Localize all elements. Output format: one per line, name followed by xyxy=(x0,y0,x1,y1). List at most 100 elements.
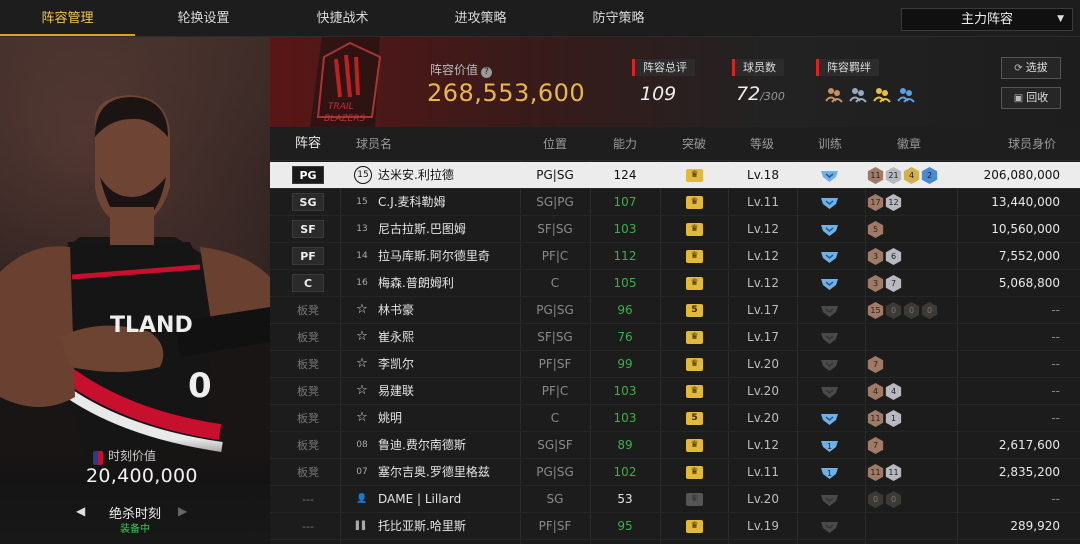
badge-icon[interactable]: 11 xyxy=(867,464,884,481)
breakthrough-icon[interactable]: ♛ xyxy=(686,493,703,506)
player-name[interactable]: 李凯尔 xyxy=(378,351,414,378)
badge-icon[interactable]: 21 xyxy=(885,167,902,184)
table-row[interactable]: 板凳 08 鲁迪.费尔南德斯 SG|SF 89 ♛ Lv.12 1 7 2,617,600 xyxy=(270,432,1080,459)
player-name[interactable]: 林书豪 xyxy=(378,297,414,324)
breakthrough-icon[interactable]: ♛ xyxy=(686,250,703,263)
badge-icon[interactable]: 7 xyxy=(867,356,884,373)
badge-icon[interactable]: 0 xyxy=(885,302,902,319)
col-player-value[interactable]: 球员身价 xyxy=(1000,127,1064,161)
tab-offense-strategy[interactable]: 进攻策略 xyxy=(413,0,548,36)
badge-icon[interactable]: 11 xyxy=(867,167,884,184)
badge-icon[interactable]: 7 xyxy=(867,437,884,454)
table-row[interactable]: 板凳 ☆ 林书豪 PG|SG 96 5 Lv.17 15 0 0 0 -- xyxy=(270,297,1080,324)
help-icon[interactable]: ? xyxy=(481,67,493,78)
player-name[interactable]: 托比亚斯.哈里斯 xyxy=(378,513,466,540)
table-row[interactable]: SG 15 C.J.麦科勒姆 SG|PG 107 ♛ Lv.11 17 12 13,440,000 xyxy=(270,189,1080,216)
bond-icon-blue[interactable] xyxy=(897,85,915,103)
breakthrough-icon[interactable]: ♛ xyxy=(686,196,703,209)
player-name[interactable]: 鲁迪.费尔南德斯 xyxy=(378,432,466,459)
recycle-button[interactable]: ▣ 回收 xyxy=(1001,87,1061,109)
badge-icon[interactable]: 0 xyxy=(885,491,902,508)
badge-icon[interactable]: 6 xyxy=(885,248,902,265)
breakthrough-icon[interactable]: 5 xyxy=(686,304,703,317)
player-name[interactable]: C.J.麦科勒姆 xyxy=(378,189,446,216)
bond-icon-bronze[interactable] xyxy=(825,85,843,103)
badge-icon[interactable]: 17 xyxy=(867,194,884,211)
training-shield-icon[interactable] xyxy=(820,250,839,264)
col-position[interactable]: 位置 xyxy=(530,127,580,161)
badge-icon[interactable]: 4 xyxy=(867,383,884,400)
col-slot[interactable]: 阵容 xyxy=(292,127,324,161)
table-row[interactable]: PF 14 拉马库斯.阿尔德里奇 PF|C 112 ♛ Lv.12 3 6 7,552,000 xyxy=(270,243,1080,270)
next-arrow-icon[interactable]: ▶ xyxy=(178,504,187,518)
training-shield-icon[interactable] xyxy=(820,493,839,507)
table-row[interactable]: --- 👤 DAME | Lillard SG 53 ♛ Lv.20 0 0 -- xyxy=(270,486,1080,513)
badge-icon[interactable]: 1 xyxy=(885,410,902,427)
player-name[interactable]: 塞尔吉奥.罗德里格兹 xyxy=(378,459,490,486)
training-shield-icon[interactable]: 1 xyxy=(820,439,839,453)
breakthrough-icon[interactable]: ♛ xyxy=(686,358,703,371)
table-row[interactable]: 板凳 ☆ 姚明 C 103 5 Lv.20 11 1 -- xyxy=(270,405,1080,432)
player-name[interactable]: 梅森.普朗姆利 xyxy=(378,270,454,297)
badge-icon[interactable]: 0 xyxy=(867,491,884,508)
badge-icon[interactable]: 4 xyxy=(903,167,920,184)
badge-icon[interactable]: 11 xyxy=(885,464,902,481)
prev-arrow-icon[interactable]: ◀ xyxy=(76,504,85,518)
table-row[interactable]: 板凳 ☆ 崔永熙 SF|SG 76 ♛ Lv.17 -- xyxy=(270,324,1080,351)
badge-icon[interactable]: 11 xyxy=(867,410,884,427)
badge-icon[interactable]: 3 xyxy=(867,248,884,265)
player-name[interactable]: 崔永熙 xyxy=(378,324,414,351)
col-name[interactable]: 球员名 xyxy=(354,127,394,161)
tab-quick-tactics[interactable]: 快捷战术 xyxy=(275,0,410,36)
breakthrough-icon[interactable]: 5 xyxy=(686,412,703,425)
col-badges[interactable]: 徽章 xyxy=(887,127,931,161)
tab-lineup-management[interactable]: 阵容管理 xyxy=(0,0,135,36)
bond-icon-silver[interactable] xyxy=(849,85,867,103)
breakthrough-icon[interactable]: ♛ xyxy=(686,277,703,290)
badge-icon[interactable]: 3 xyxy=(867,275,884,292)
training-shield-icon[interactable] xyxy=(820,196,839,210)
training-shield-icon[interactable] xyxy=(820,331,839,345)
player-name[interactable]: 拉马库斯.阿尔德里奇 xyxy=(378,243,490,270)
table-row[interactable]: 板凳 ☆ 易建联 PF|C 103 ♛ Lv.20 4 4 -- xyxy=(270,378,1080,405)
player-name[interactable]: 姚明 xyxy=(378,405,402,432)
badge-icon[interactable]: 0 xyxy=(903,302,920,319)
lineup-dropdown[interactable]: 主力阵容 ▼ xyxy=(901,8,1073,31)
breakthrough-icon[interactable]: ♛ xyxy=(686,169,703,182)
training-shield-icon[interactable] xyxy=(820,223,839,237)
col-breakthrough[interactable]: 突破 xyxy=(672,127,716,161)
badge-icon[interactable]: 12 xyxy=(885,194,902,211)
training-shield-icon[interactable] xyxy=(820,169,839,183)
breakthrough-icon[interactable]: ♛ xyxy=(686,331,703,344)
badge-icon[interactable]: 7 xyxy=(885,275,902,292)
training-shield-icon[interactable] xyxy=(820,358,839,372)
training-shield-icon[interactable] xyxy=(820,304,839,318)
bond-icon-gold[interactable] xyxy=(873,85,891,103)
badge-icon[interactable]: 15 xyxy=(867,302,884,319)
badge-icon[interactable]: 4 xyxy=(885,383,902,400)
breakthrough-icon[interactable]: ♛ xyxy=(686,439,703,452)
badge-icon[interactable]: 2 xyxy=(921,167,938,184)
table-row[interactable]: C 16 梅森.普朗姆利 C 105 ♛ Lv.12 3 7 5,068,800 xyxy=(270,270,1080,297)
training-shield-icon[interactable] xyxy=(820,412,839,426)
scout-button[interactable]: ⟳ 选拔 xyxy=(1001,57,1061,79)
training-shield-icon[interactable] xyxy=(820,277,839,291)
breakthrough-icon[interactable]: ♛ xyxy=(686,520,703,533)
training-shield-icon[interactable]: 1 xyxy=(820,466,839,480)
player-name[interactable]: 尼古拉斯.巴图姆 xyxy=(378,216,466,243)
training-shield-icon[interactable] xyxy=(820,385,839,399)
breakthrough-icon[interactable]: ♛ xyxy=(686,385,703,398)
tab-defense-strategy[interactable]: 防守策略 xyxy=(551,0,686,36)
tab-rotation-settings[interactable]: 轮换设置 xyxy=(136,0,271,36)
breakthrough-icon[interactable]: ♛ xyxy=(686,223,703,236)
player-name[interactable]: 易建联 xyxy=(378,378,414,405)
player-name[interactable]: 达米安.利拉德 xyxy=(378,162,454,189)
breakthrough-icon[interactable]: ♛ xyxy=(686,466,703,479)
player-name[interactable]: DAME | Lillard xyxy=(378,486,461,513)
table-row[interactable]: PG 15 达米安.利拉德 PG|SG 124 ♛ Lv.18 11 21 4 2 206,080,0… xyxy=(270,162,1080,189)
training-shield-icon[interactable] xyxy=(820,520,839,534)
col-training[interactable]: 训练 xyxy=(808,127,852,161)
table-row[interactable]: --- ▌▌ 托比亚斯.哈里斯 PF|SF 95 ♛ Lv.19 289,920 xyxy=(270,513,1080,540)
badge-icon[interactable]: 5 xyxy=(867,221,884,238)
table-row[interactable]: 板凳 ☆ 李凯尔 PF|SF 99 ♛ Lv.20 7 -- xyxy=(270,351,1080,378)
